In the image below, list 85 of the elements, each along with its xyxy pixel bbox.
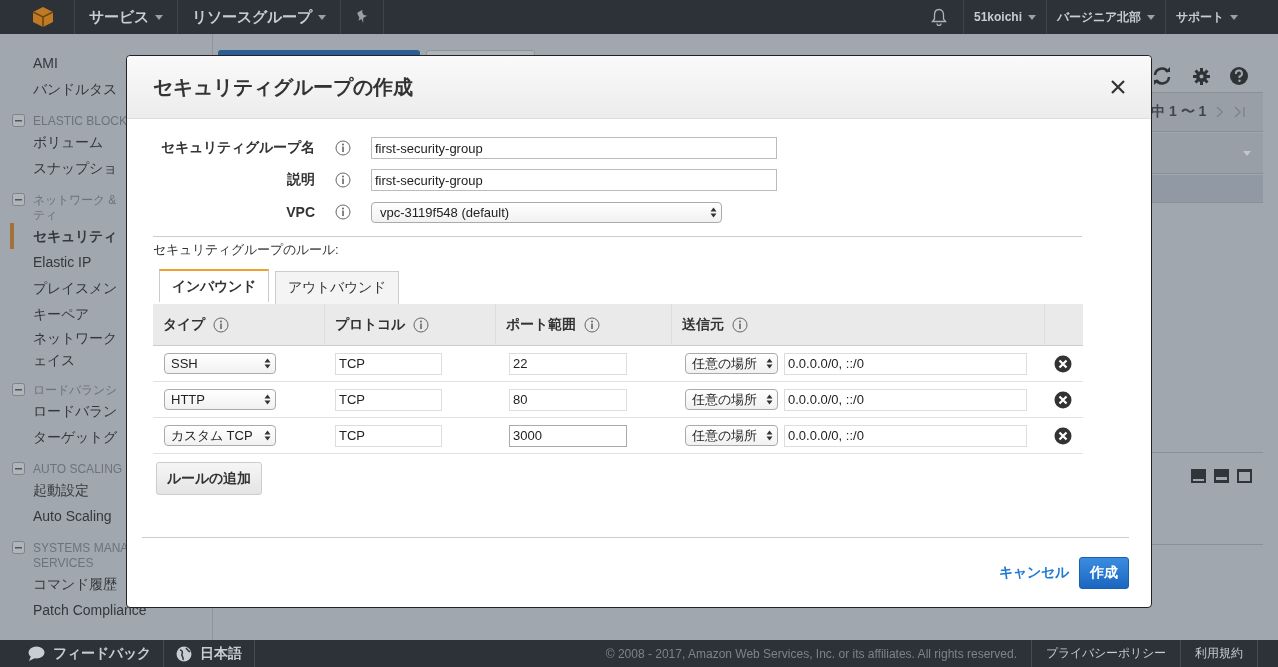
globe-icon: [176, 645, 192, 662]
privacy-link[interactable]: プライバシーポリシー: [1031, 640, 1180, 667]
close-icon[interactable]: [1111, 80, 1125, 94]
collapse-icon[interactable]: [12, 114, 25, 127]
field-label: セキュリティグループ名: [160, 139, 315, 157]
nav-menu[interactable]: 51koichi: [962, 0, 1046, 34]
column-header: ポート範囲: [506, 315, 576, 334]
cube-logo-icon[interactable]: [32, 6, 54, 28]
panel-layout-icon[interactable]: [1214, 469, 1229, 483]
cancel-link[interactable]: キャンセル: [999, 563, 1069, 582]
settings-icon[interactable]: [1193, 67, 1210, 85]
text-field[interactable]: first-security-group: [371, 169, 777, 191]
info-icon[interactable]: [335, 204, 351, 220]
collapse-icon[interactable]: [12, 541, 25, 554]
source-select[interactable]: 任意の場所: [685, 353, 778, 374]
caret-icon: [318, 14, 326, 20]
caret-icon: [1230, 14, 1238, 20]
sidebar-item[interactable]: ネットワーク: [33, 327, 117, 349]
updown-arrows-icon: [710, 206, 717, 218]
column-header: タイプ: [163, 315, 205, 334]
info-icon[interactable]: [732, 316, 748, 333]
tab[interactable]: アウトバウンド: [275, 271, 399, 304]
help-icon[interactable]: [1230, 67, 1248, 85]
create-button[interactable]: 作成: [1079, 556, 1129, 589]
caret-icon: [1147, 14, 1155, 20]
column-header: プロトコル: [335, 315, 405, 334]
field-label: VPC: [285, 204, 315, 220]
info-icon[interactable]: [413, 316, 429, 333]
speech-bubble-icon: [28, 646, 45, 661]
cidr-field[interactable]: 0.0.0.0/0, ::/0: [784, 424, 1027, 447]
column-header: 送信元: [682, 315, 724, 334]
type-select[interactable]: HTTP: [164, 389, 276, 410]
source-select[interactable]: 任意の場所: [685, 389, 778, 410]
caret-icon: [1028, 14, 1036, 20]
caret-icon: [155, 14, 163, 20]
port-range-field[interactable]: 22: [509, 352, 627, 375]
updown-arrows-icon: [264, 394, 271, 405]
language-selector[interactable]: 日本語: [164, 640, 255, 667]
updown-arrows-icon: [264, 358, 271, 369]
updown-arrows-icon: [766, 394, 773, 405]
copyright-text: © 2008 - 2017, Amazon Web Services, Inc. or its affiliates. All rights reserved.: [605, 646, 1018, 661]
nav-menu[interactable]: サービス: [74, 0, 177, 34]
add-rule-button[interactable]: ルールの追加: [156, 462, 262, 495]
delete-icon[interactable]: [1054, 354, 1072, 373]
collapse-icon[interactable]: [12, 383, 25, 396]
cidr-field[interactable]: 0.0.0.0/0, ::/0: [784, 352, 1027, 375]
collapse-icon[interactable]: [12, 193, 25, 206]
port-range-field[interactable]: 80: [509, 388, 627, 411]
terms-link[interactable]: 利用規約: [1180, 640, 1258, 667]
info-icon[interactable]: [213, 316, 229, 333]
delete-icon[interactable]: [1054, 390, 1072, 409]
nav-menu[interactable]: リソースグループ: [177, 0, 340, 34]
dialog-title: セキュリティグループの作成: [153, 74, 413, 100]
text-field[interactable]: first-security-group: [371, 137, 777, 159]
sidebar-item[interactable]: Patch Compliance: [10, 597, 212, 623]
type-select[interactable]: SSH: [164, 353, 276, 374]
nav-menu[interactable]: バージニア北部: [1046, 0, 1165, 34]
delete-icon[interactable]: [1054, 426, 1072, 445]
updown-arrows-icon: [766, 430, 773, 441]
updown-arrows-icon: [264, 430, 271, 441]
info-icon[interactable]: [335, 140, 351, 156]
protocol-field[interactable]: TCP: [335, 352, 442, 375]
cidr-field[interactable]: 0.0.0.0/0, ::/0: [784, 388, 1027, 411]
collapse-icon[interactable]: [12, 462, 25, 475]
tab[interactable]: インバウンド: [159, 269, 269, 302]
pagination-text: 中 1 〜 1: [1151, 103, 1207, 121]
panel-layout-icon[interactable]: [1191, 469, 1206, 483]
source-select[interactable]: 任意の場所: [685, 425, 778, 446]
feedback-link[interactable]: フィードバック: [0, 640, 164, 667]
info-icon[interactable]: [335, 172, 351, 188]
refresh-icon[interactable]: [1151, 66, 1173, 86]
sidebar-item[interactable]: ェイス: [33, 349, 75, 371]
panel-layout-icon[interactable]: [1237, 469, 1252, 483]
pin-icon[interactable]: [355, 10, 369, 24]
updown-arrows-icon: [766, 358, 773, 369]
caret-icon: [1243, 150, 1251, 156]
nav-menu[interactable]: サポート: [1165, 0, 1248, 34]
protocol-field[interactable]: TCP: [335, 388, 442, 411]
port-range-field[interactable]: 3000: [509, 424, 627, 447]
bell-icon[interactable]: [930, 8, 947, 26]
type-select[interactable]: カスタム TCP: [164, 425, 276, 446]
field-label: 説明: [286, 171, 315, 189]
vpc-select[interactable]: vpc-3119f548 (default): [371, 201, 722, 223]
info-icon[interactable]: [584, 316, 600, 333]
protocol-field[interactable]: TCP: [335, 424, 442, 447]
